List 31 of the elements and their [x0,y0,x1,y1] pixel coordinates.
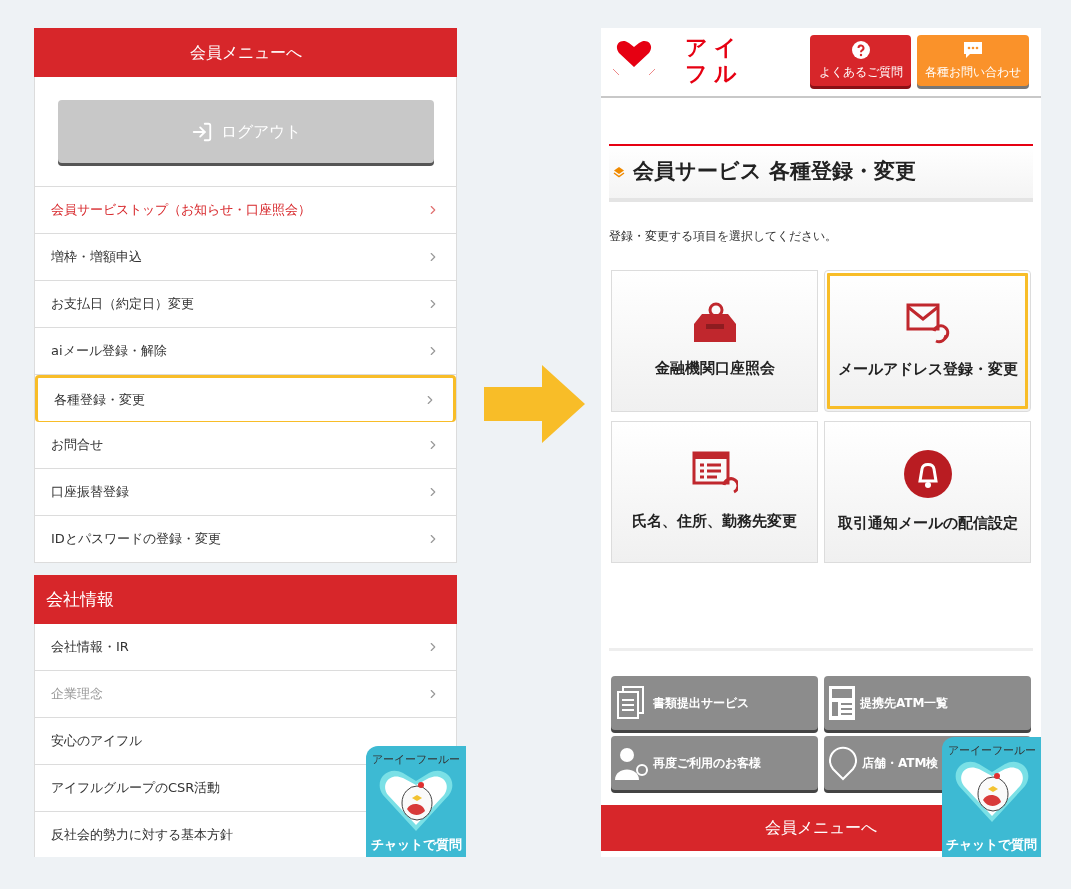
section-header: 会社情報 [34,575,457,624]
menu-item[interactable]: 口座振替登録 [35,469,456,516]
chat-bubble-icon [963,40,983,59]
menu-item[interactable]: aiメール登録・解除 [35,328,456,375]
menu-item[interactable]: お問合せ [35,422,456,469]
right-arrow-icon [484,365,585,443]
user-refresh-icon [615,746,649,780]
layers-icon [613,166,625,178]
floating-chat-tooltip[interactable]: アーイーフールー チャットで質問 [942,737,1041,857]
map-pin-icon [828,745,858,781]
atm-machine-icon [828,685,856,721]
menu-item[interactable]: お支払日（約定日）変更 [35,281,456,328]
menu-item[interactable]: 会社情報・IR [35,624,456,671]
service-tile[interactable]: メールアドレス登録・変更 [824,270,1031,412]
menu-item[interactable]: 会員サービストップ（お知らせ・口座照会） [35,187,456,234]
menu-header[interactable]: 会員メニューへ [34,28,457,77]
faq-button[interactable]: よくあるご質問 [810,35,911,86]
service-tile[interactable]: 取引通知メールの配信設定 [824,421,1031,563]
bell-icon [902,448,953,499]
menu-item[interactable]: 各種登録・変更 [35,375,456,422]
help-icon [851,40,870,59]
menu-item[interactable]: 増枠・増額申込 [35,234,456,281]
logout-icon [190,120,213,143]
search-tray-icon [691,301,738,344]
instruction-text: 登録・変更する項目を選択してください。 [609,228,838,245]
heart-logo-icon [613,39,655,77]
floating-chat-tooltip[interactable]: アーイーフールー チャットで質問 [366,746,466,857]
service-tile[interactable]: 金融機関口座照会 [611,270,818,412]
page-title: 会員サービス 各種登録・変更 [609,144,1033,202]
logo-text: アイ フル [685,35,743,87]
service-tile[interactable]: 氏名、住所、勤務先変更 [611,421,818,563]
